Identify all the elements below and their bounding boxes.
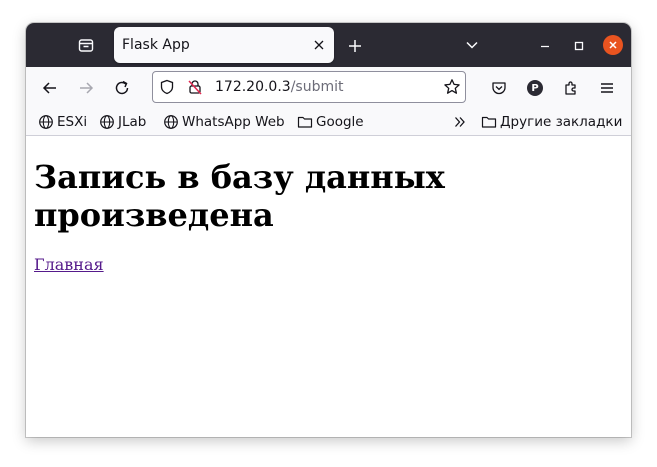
tab-title: Flask App: [122, 37, 190, 53]
home-link[interactable]: Главная: [34, 255, 104, 274]
extensions-puzzle-icon[interactable]: [559, 76, 583, 100]
profile-initial: P: [527, 80, 543, 96]
back-arrow-icon[interactable]: [38, 76, 62, 100]
url-text[interactable]: 172.20.0.3/submit: [215, 79, 344, 95]
tab-strip: Flask App: [26, 23, 631, 67]
bookmark-label: Google: [316, 114, 364, 130]
page-content: Запись в базу данных произведена Главная: [26, 136, 631, 437]
globe-icon: [100, 115, 114, 129]
bookmarks-toolbar: ESXi JLab WhatsApp Web Google Другие зак…: [26, 109, 631, 136]
page-heading: Запись в базу данных произведена: [34, 158, 445, 234]
profile-avatar[interactable]: P: [523, 76, 547, 100]
bookmark-label: WhatsApp Web: [182, 114, 285, 130]
folder-icon: [297, 116, 313, 128]
other-bookmarks-folder[interactable]: Другие закладки: [481, 113, 622, 131]
new-tab-plus-icon[interactable]: [344, 35, 366, 57]
tracking-shield-icon[interactable]: [158, 78, 176, 96]
maximize-icon[interactable]: [569, 37, 589, 55]
browser-window: Flask App 172.20.0.3/submit P ESXi JLab …: [26, 23, 631, 437]
reload-icon[interactable]: [110, 76, 134, 100]
address-bar[interactable]: 172.20.0.3/submit: [152, 71, 466, 103]
globe-icon: [39, 115, 53, 129]
navigation-toolbar: 172.20.0.3/submit P: [26, 67, 631, 109]
bookmark-whatsapp-web[interactable]: WhatsApp Web: [163, 113, 285, 131]
firefox-view-icon[interactable]: [76, 35, 96, 55]
bookmark-label: JLab: [118, 114, 147, 130]
close-tab-icon[interactable]: [310, 36, 328, 54]
pocket-icon[interactable]: [487, 76, 511, 100]
double-chevron-right-icon[interactable]: [451, 113, 469, 131]
hamburger-menu-icon[interactable]: [595, 76, 619, 100]
bookmark-esxi[interactable]: ESXi: [38, 113, 87, 131]
bookmark-google-folder[interactable]: Google: [297, 113, 364, 131]
insecure-lock-icon[interactable]: [186, 78, 204, 96]
globe-icon: [164, 115, 178, 129]
other-bookmarks-label: Другие закладки: [500, 114, 623, 130]
url-host: 172.20.0.3: [215, 79, 291, 95]
chevron-down-icon[interactable]: [462, 35, 482, 55]
forward-arrow-icon[interactable]: [74, 76, 98, 100]
minimize-icon[interactable]: [535, 37, 555, 55]
folder-icon: [481, 116, 497, 128]
bookmark-jlab[interactable]: JLab: [99, 113, 146, 131]
bookmark-star-icon[interactable]: [443, 78, 461, 96]
url-path: /submit: [290, 79, 344, 95]
window-close-icon[interactable]: [603, 35, 623, 55]
tab-flask-app[interactable]: Flask App: [114, 27, 334, 63]
bookmark-label: ESXi: [57, 114, 88, 130]
